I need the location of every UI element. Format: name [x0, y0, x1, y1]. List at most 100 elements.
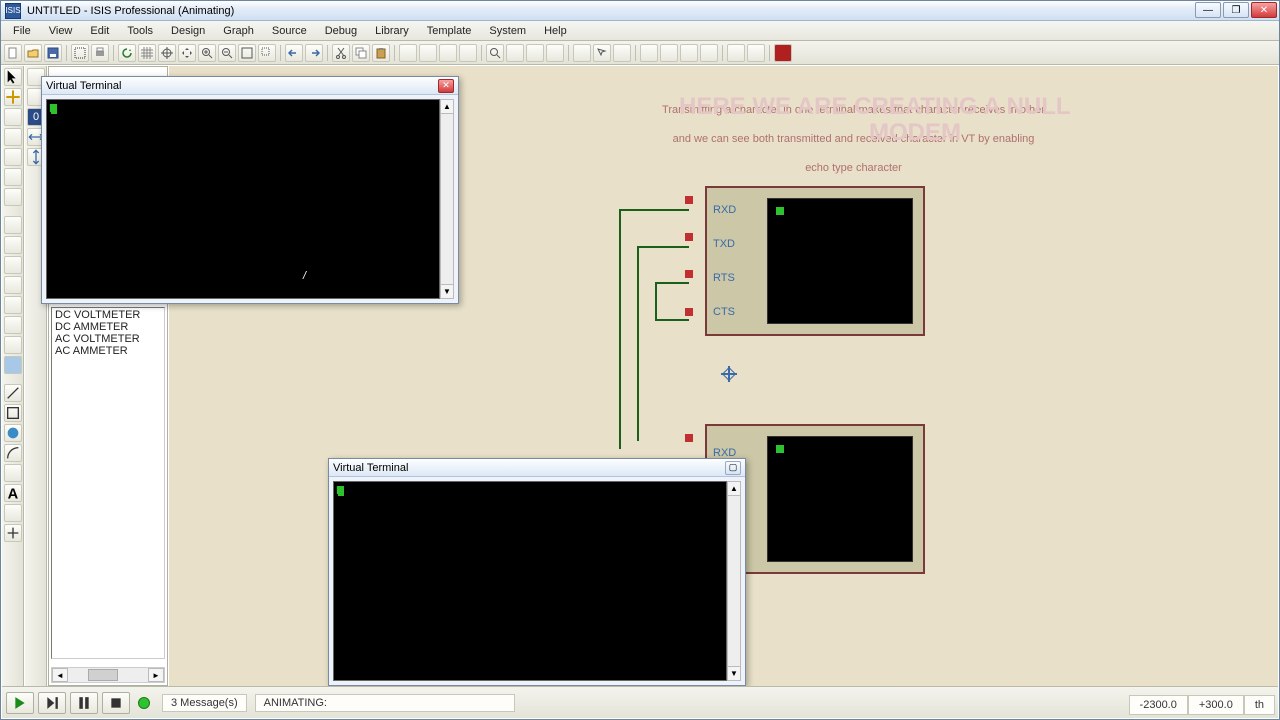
wirelabel-mode-icon[interactable]: [4, 128, 22, 146]
list-item[interactable]: DC VOLTMETER: [53, 309, 163, 321]
tb-blockcopy-icon[interactable]: [399, 44, 417, 62]
subcircuit-icon[interactable]: [4, 188, 22, 206]
tb-redo-icon[interactable]: [305, 44, 323, 62]
terminal-vscrollbar[interactable]: ▲ ▼: [727, 481, 741, 681]
menu-debug[interactable]: Debug: [317, 23, 365, 39]
tb-wirelabel-icon[interactable]: [573, 44, 591, 62]
graph-icon[interactable]: [4, 256, 22, 274]
menu-graph[interactable]: Graph: [215, 23, 262, 39]
tb-origin-icon[interactable]: [158, 44, 176, 62]
tb-tools-icon[interactable]: [613, 44, 631, 62]
tb-cut-icon[interactable]: [332, 44, 350, 62]
scroll-down-icon[interactable]: ▼: [728, 666, 740, 680]
scroll-track[interactable]: [728, 496, 740, 666]
close-button[interactable]: ✕: [1251, 2, 1277, 18]
instrument-list[interactable]: DC VOLTMETER DC AMMETER AC VOLTMETER AC …: [51, 307, 165, 659]
list-item[interactable]: AC AMMETER: [53, 345, 163, 357]
popup-close-button[interactable]: ✕: [438, 79, 454, 93]
tb-report3-icon[interactable]: [680, 44, 698, 62]
tb-decompose-icon[interactable]: [546, 44, 564, 62]
line2d-icon[interactable]: [4, 384, 22, 402]
voltprobe-icon[interactable]: [4, 316, 22, 334]
menu-template[interactable]: Template: [419, 23, 480, 39]
tb-open-icon[interactable]: [24, 44, 42, 62]
menu-help[interactable]: Help: [536, 23, 575, 39]
tb-grid-icon[interactable]: [138, 44, 156, 62]
text2d-icon[interactable]: A: [4, 484, 22, 502]
tb-new-icon[interactable]: [4, 44, 22, 62]
terminal-icon[interactable]: [4, 216, 22, 234]
tb-zoomall-icon[interactable]: [238, 44, 256, 62]
terminal-vscrollbar[interactable]: ▲ ▼: [440, 99, 454, 299]
schematic-vterm-1[interactable]: RXD TXD RTS CTS: [705, 186, 925, 336]
tb-refresh-icon[interactable]: [118, 44, 136, 62]
menu-tools[interactable]: Tools: [119, 23, 161, 39]
menu-source[interactable]: Source: [264, 23, 315, 39]
list-item[interactable]: AC VOLTMETER: [53, 333, 163, 345]
currentprobe-icon[interactable]: [4, 336, 22, 354]
restore-button[interactable]: ❐: [1223, 2, 1249, 18]
text-icon[interactable]: [4, 148, 22, 166]
scroll-thumb[interactable]: [88, 669, 118, 681]
scroll-down-icon[interactable]: ▼: [441, 284, 453, 298]
bus-icon[interactable]: [4, 168, 22, 186]
terminal-output[interactable]: B /: [46, 99, 440, 299]
tb-report4-icon[interactable]: [700, 44, 718, 62]
menu-view[interactable]: View: [41, 23, 81, 39]
menu-library[interactable]: Library: [367, 23, 417, 39]
tb-area-icon[interactable]: [71, 44, 89, 62]
tb-paste-icon[interactable]: [372, 44, 390, 62]
menu-edit[interactable]: Edit: [82, 23, 117, 39]
tb-report2-icon[interactable]: [660, 44, 678, 62]
scroll-left-icon[interactable]: ◄: [52, 668, 68, 682]
path2d-icon[interactable]: [4, 464, 22, 482]
tb-find-icon[interactable]: [593, 44, 611, 62]
messages-status[interactable]: 3 Message(s): [162, 694, 247, 712]
pin-icon[interactable]: [4, 236, 22, 254]
menu-system[interactable]: System: [481, 23, 534, 39]
box2d-icon[interactable]: [4, 404, 22, 422]
tb-zoomin-icon[interactable]: [198, 44, 216, 62]
pause-button[interactable]: [70, 692, 98, 714]
popup-titlebar[interactable]: Virtual Terminal ✕: [42, 77, 458, 95]
tb-blockrotate-icon[interactable]: [439, 44, 457, 62]
tb-blockmove-icon[interactable]: [419, 44, 437, 62]
tb-ares-icon[interactable]: [747, 44, 765, 62]
tb-save-icon[interactable]: [44, 44, 62, 62]
stop-button[interactable]: [102, 692, 130, 714]
tb-blockdelete-icon[interactable]: [459, 44, 477, 62]
scroll-track[interactable]: [441, 114, 453, 284]
popup-close-button[interactable]: ▢: [725, 461, 741, 475]
tb-zoomout-icon[interactable]: [218, 44, 236, 62]
list-item[interactable]: DC AMMETER: [53, 321, 163, 333]
tb-netlist-icon[interactable]: [727, 44, 745, 62]
tb-zoomarea-icon[interactable]: [258, 44, 276, 62]
scroll-up-icon[interactable]: ▲: [728, 482, 740, 496]
tb-pan-icon[interactable]: [178, 44, 196, 62]
menu-file[interactable]: File: [5, 23, 39, 39]
play-button[interactable]: [6, 692, 34, 714]
tb-report1-icon[interactable]: [640, 44, 658, 62]
virtual-terminal-window-2[interactable]: Virtual Terminal ▢ B ▲ ▼: [328, 458, 746, 686]
step-button[interactable]: [38, 692, 66, 714]
terminal-output[interactable]: B: [333, 481, 727, 681]
instruments-icon[interactable]: [4, 356, 22, 374]
tb-packaging-icon[interactable]: [526, 44, 544, 62]
cursor-icon[interactable]: [4, 68, 22, 86]
list-hscrollbar[interactable]: ◄ ►: [51, 667, 165, 683]
tb-pick-icon[interactable]: [486, 44, 504, 62]
tb-copy-icon[interactable]: [352, 44, 370, 62]
generator-icon[interactable]: [4, 296, 22, 314]
tb-help-icon[interactable]: [774, 44, 792, 62]
popup-titlebar[interactable]: Virtual Terminal ▢: [329, 459, 745, 477]
symbol2d-icon[interactable]: [4, 504, 22, 522]
scroll-up-icon[interactable]: ▲: [441, 100, 453, 114]
circle2d-icon[interactable]: [4, 424, 22, 442]
minimize-button[interactable]: —: [1195, 2, 1221, 18]
tb-undo-icon[interactable]: [285, 44, 303, 62]
tb-makedevice-icon[interactable]: [506, 44, 524, 62]
marker2d-icon[interactable]: [4, 524, 22, 542]
tape-icon[interactable]: [4, 276, 22, 294]
menu-design[interactable]: Design: [163, 23, 213, 39]
component-icon[interactable]: [4, 88, 22, 106]
